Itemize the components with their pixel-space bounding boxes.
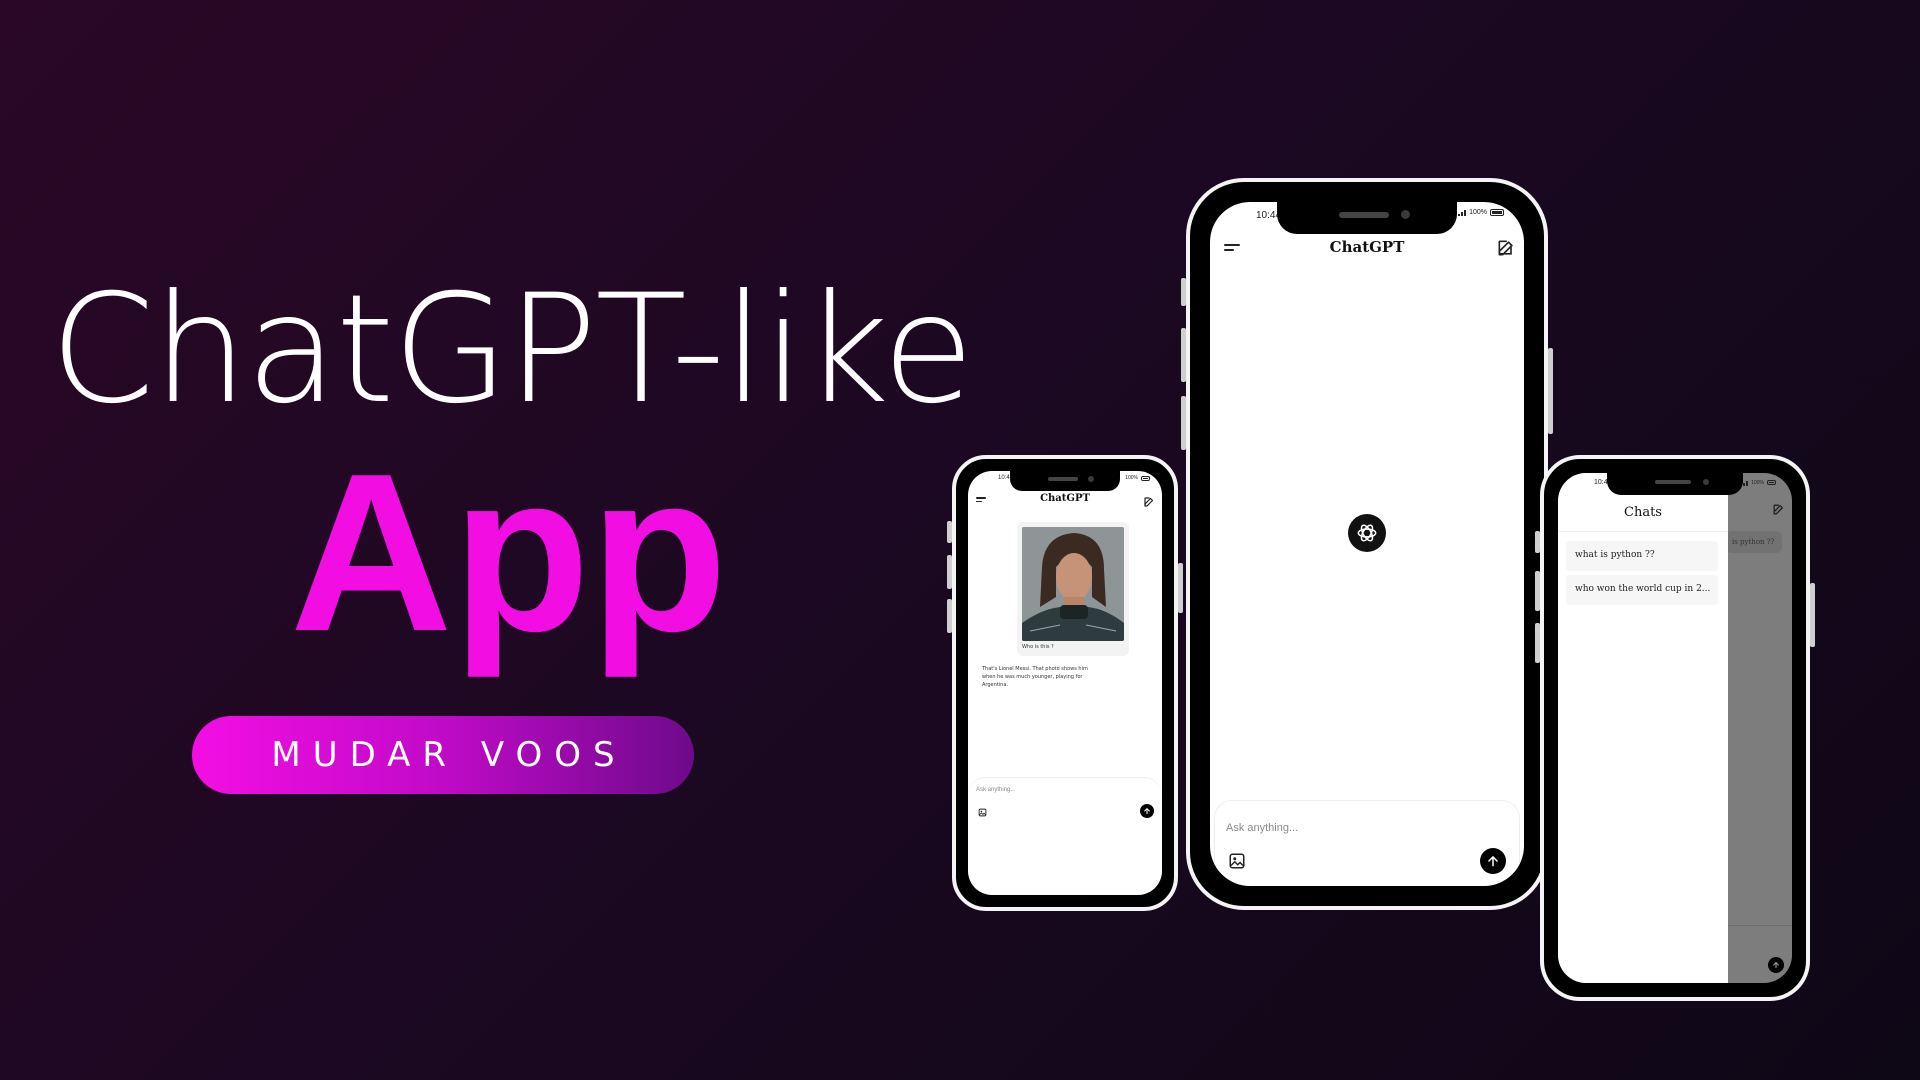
- battery-percent: 100%: [1469, 209, 1487, 216]
- send-button[interactable]: [1480, 848, 1506, 874]
- speaker-grille: [1339, 212, 1389, 218]
- user-message-bubble: Who is this ?: [1017, 522, 1129, 656]
- battery-percent: 100%: [1125, 475, 1138, 481]
- cta-button[interactable]: MUDAR VOOS: [192, 716, 694, 794]
- phone-side-button: [1181, 328, 1186, 382]
- battery-icon: [1490, 209, 1504, 216]
- phone-chat-empty: 10:44 100% ChatGPT Ask anything...: [1181, 178, 1553, 910]
- phone-side-button: [1535, 531, 1540, 553]
- phone-notch: [1277, 202, 1457, 234]
- status-bar-right: 100%: [1740, 479, 1776, 486]
- phone-notch: [1607, 473, 1743, 495]
- front-camera: [1703, 479, 1709, 485]
- divider: [1728, 925, 1792, 926]
- message-input[interactable]: Ask anything...: [1226, 822, 1298, 834]
- edit-icon[interactable]: [1772, 503, 1785, 516]
- phone-screen: 10:44 100% ChatGPT Ask anything...: [1210, 202, 1524, 886]
- battery-icon: [1767, 480, 1776, 485]
- phone-side-button: [1181, 396, 1186, 450]
- phone-chats-drawer: is python ?? 10:4 Chats what is python ?…: [1535, 455, 1815, 1001]
- phone-side-button: [1548, 348, 1553, 434]
- chats-drawer: 10:4 Chats what is python ?? who won the…: [1558, 473, 1728, 983]
- phone-side-button: [1181, 278, 1186, 306]
- app-title: ChatGPT: [1329, 238, 1405, 256]
- message-input[interactable]: Ask anything...: [976, 787, 1015, 793]
- phone-side-button: [1178, 563, 1183, 613]
- headline-line1: ChatGPT-like: [50, 263, 974, 437]
- phone-side-button: [947, 599, 952, 633]
- background-chat-bubble: is python ??: [1726, 531, 1782, 553]
- send-arrow-icon: [1144, 807, 1150, 815]
- speaker-grille: [1048, 477, 1078, 481]
- front-camera: [1401, 210, 1410, 219]
- drawer-title: Chats: [1624, 505, 1662, 520]
- status-time: 10:4: [1594, 479, 1608, 486]
- assistant-reply: That's Lionel Messi. That photo shows hi…: [982, 666, 1088, 688]
- uploaded-photo[interactable]: [1022, 527, 1124, 641]
- phone-side-button: [1535, 571, 1540, 611]
- front-camera: [1088, 476, 1094, 482]
- input-area: [968, 777, 1162, 837]
- status-bar-right: 100%: [1125, 475, 1150, 481]
- phone-side-button: [1535, 623, 1540, 663]
- image-icon[interactable]: [1228, 852, 1246, 870]
- speaker-grille: [1655, 480, 1691, 484]
- status-bar-right: 100%: [1458, 209, 1504, 216]
- phone-screen: is python ?? 10:4 Chats what is python ?…: [1558, 473, 1792, 983]
- phone-side-button: [1810, 583, 1815, 647]
- send-arrow-icon: [1488, 855, 1498, 867]
- openai-logo-icon: [1348, 514, 1386, 552]
- phone-notch: [1010, 471, 1120, 491]
- send-button[interactable]: [1768, 957, 1784, 973]
- send-button[interactable]: [1140, 804, 1154, 818]
- headline-line2: App: [290, 426, 728, 678]
- phone-side-button: [947, 521, 952, 543]
- divider: [1558, 531, 1728, 532]
- chat-history-item[interactable]: what is python ??: [1566, 541, 1718, 571]
- phone-side-button: [947, 555, 952, 589]
- phone-chat-image: 10:4 100% ChatGPT Who is this ? That's L…: [947, 455, 1183, 911]
- app-title: ChatGPT: [1040, 493, 1090, 504]
- chat-history-item[interactable]: who won the world cup in 2...: [1566, 575, 1718, 605]
- battery-icon: [1141, 475, 1150, 481]
- phone-screen: 10:4 100% ChatGPT Who is this ? That's L…: [968, 471, 1162, 895]
- image-icon[interactable]: [978, 808, 987, 817]
- edit-icon[interactable]: [1143, 496, 1155, 508]
- send-arrow-icon: [1773, 961, 1779, 969]
- edit-icon[interactable]: [1496, 238, 1516, 258]
- user-caption: Who is this ?: [1022, 644, 1054, 650]
- status-time: 10:4: [998, 475, 1010, 481]
- signal-icon: [1458, 209, 1467, 216]
- input-area: [1214, 800, 1520, 886]
- battery-percent: 100%: [1751, 479, 1764, 486]
